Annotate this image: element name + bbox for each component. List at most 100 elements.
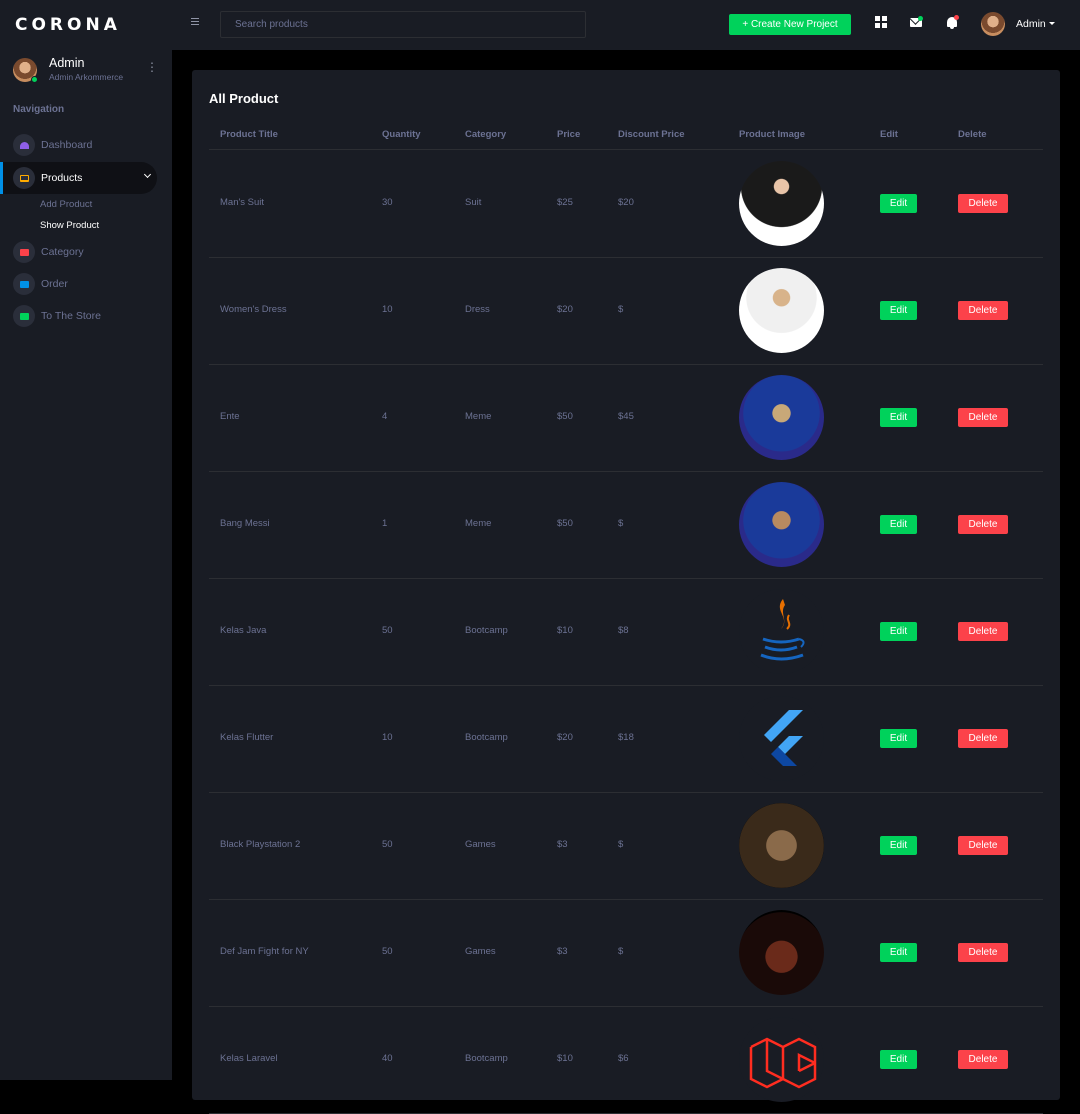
more-vertical-icon[interactable]: ⋮ — [146, 60, 158, 76]
sidebar-item-label: Products — [41, 172, 83, 184]
edit-button[interactable]: Edit — [880, 515, 917, 534]
edit-button[interactable]: Edit — [880, 622, 917, 641]
cell-discount-price: $ — [618, 946, 624, 957]
delete-button[interactable]: Delete — [958, 1050, 1008, 1069]
cell-quantity: 10 — [382, 732, 393, 743]
header-edit: Edit — [880, 129, 898, 140]
topbar: + Create New Project Admin — [172, 0, 1080, 50]
sidebar-item-order[interactable]: Order — [0, 268, 157, 300]
edit-button[interactable]: Edit — [880, 836, 917, 855]
table-row: Bang Messi 1 Meme $50 $ Edit Delete — [209, 472, 1043, 579]
product-image — [739, 482, 824, 567]
products-card: All Product Product Title Quantity Categ… — [192, 70, 1060, 1114]
edit-button[interactable]: Edit — [880, 1050, 917, 1069]
edit-button[interactable]: Edit — [880, 943, 917, 962]
table-row: Man's Suit 30 Suit $25 $20 Edit Delete — [209, 151, 1043, 258]
card-title: All Product — [209, 91, 279, 106]
cell-category: Meme — [465, 518, 492, 529]
edit-button[interactable]: Edit — [880, 408, 917, 427]
delete-button[interactable]: Delete — [958, 194, 1008, 213]
sidebar-item-dashboard[interactable]: Dashboard — [0, 129, 157, 161]
create-new-project-button[interactable]: + Create New Project — [729, 14, 851, 35]
brand-logo[interactable]: CORONA — [15, 15, 121, 35]
mail-indicator-dot — [918, 16, 923, 21]
product-image — [739, 375, 824, 460]
avatar[interactable] — [981, 12, 1005, 36]
delete-button[interactable]: Delete — [958, 943, 1008, 962]
sidebar-subitem-add-product[interactable]: Add Product — [40, 199, 92, 210]
cell-discount-price: $ — [618, 839, 624, 850]
delete-button[interactable]: Delete — [958, 515, 1008, 534]
sidebar-item-category[interactable]: Category — [0, 236, 157, 268]
table-row: Kelas Java 50 Bootcamp $10 $8 Edit Delet… — [209, 579, 1043, 686]
cell-product-title: Man's Suit — [220, 197, 265, 208]
cell-discount-price: $ — [618, 518, 624, 529]
cell-product-title: Kelas Flutter — [220, 732, 274, 743]
product-image — [739, 1017, 824, 1102]
delete-button[interactable]: Delete — [958, 622, 1008, 641]
user-menu[interactable]: Admin — [1016, 18, 1046, 30]
cell-price: $50 — [557, 411, 573, 422]
edit-button[interactable]: Edit — [880, 729, 917, 748]
table-row: Women's Dress 10 Dress $20 $ Edit Delete — [209, 258, 1043, 365]
delete-button[interactable]: Delete — [958, 836, 1008, 855]
caret-down-icon[interactable] — [1049, 22, 1055, 25]
table-row: Black Playstation 2 50 Games $3 $ Edit D… — [209, 793, 1043, 900]
cell-price: $3 — [557, 839, 568, 850]
playlist-icon — [13, 241, 35, 263]
grid-icon[interactable] — [875, 16, 887, 28]
delete-button[interactable]: Delete — [958, 408, 1008, 427]
online-status-dot — [31, 76, 38, 83]
delete-button[interactable]: Delete — [958, 301, 1008, 320]
header-product-title: Product Title — [220, 129, 278, 140]
cell-price: $10 — [557, 625, 573, 636]
chart-icon — [13, 273, 35, 295]
cell-product-title: Ente — [220, 411, 240, 422]
header-category: Category — [465, 129, 507, 140]
cell-price: $50 — [557, 518, 573, 529]
sidebar-item-to-the-store[interactable]: To The Store — [0, 300, 157, 332]
profile-subtitle: Admin Arkommerce — [49, 72, 124, 82]
product-image — [739, 696, 824, 781]
cell-category: Meme — [465, 411, 492, 422]
sidebar-item-label: Category — [41, 246, 84, 258]
sidebar-item-label: Dashboard — [41, 139, 93, 151]
search-input[interactable] — [220, 11, 586, 38]
cell-product-title: Kelas Java — [220, 625, 267, 636]
delete-button[interactable]: Delete — [958, 729, 1008, 748]
edit-button[interactable]: Edit — [880, 194, 917, 213]
cell-price: $20 — [557, 304, 573, 315]
cell-discount-price: $ — [618, 304, 624, 315]
header-quantity: Quantity — [382, 129, 421, 140]
profile-name: Admin — [49, 56, 85, 70]
table-row: Kelas Laravel 40 Bootcamp $10 $6 Edit De… — [209, 1007, 1043, 1114]
sidebar: CORONA Admin Admin Arkommerce ⋮ Navigati… — [0, 0, 172, 1080]
cell-price: $20 — [557, 732, 573, 743]
cell-product-title: Black Playstation 2 — [220, 839, 301, 850]
edit-button[interactable]: Edit — [880, 301, 917, 320]
cell-quantity: 50 — [382, 839, 393, 850]
product-image — [739, 161, 824, 246]
sidebar-item-products[interactable]: Products — [0, 162, 157, 194]
header-delete: Delete — [958, 129, 987, 140]
table-row: Kelas Flutter 10 Bootcamp $20 $18 Edit D… — [209, 686, 1043, 793]
nav-heading: Navigation — [13, 104, 65, 115]
contacts-icon — [13, 305, 35, 327]
header-price: Price — [557, 129, 581, 140]
profile: Admin Admin Arkommerce ⋮ — [13, 55, 163, 89]
cell-product-title: Women's Dress — [220, 304, 287, 315]
sidebar-subitem-show-product[interactable]: Show Product — [40, 220, 99, 231]
product-image — [739, 268, 824, 353]
cell-discount-price: $45 — [618, 411, 634, 422]
table-row: Ente 4 Meme $50 $45 Edit Delete — [209, 365, 1043, 472]
cell-quantity: 4 — [382, 411, 388, 422]
cell-discount-price: $6 — [618, 1053, 629, 1064]
cell-category: Suit — [465, 197, 482, 208]
header-product-image: Product Image — [739, 129, 805, 140]
menu-icon[interactable] — [191, 18, 199, 26]
cell-category: Games — [465, 839, 496, 850]
cell-category: Bootcamp — [465, 625, 508, 636]
cell-category: Bootcamp — [465, 1053, 508, 1064]
header-discount-price: Discount Price — [618, 129, 685, 140]
product-image — [739, 910, 824, 995]
